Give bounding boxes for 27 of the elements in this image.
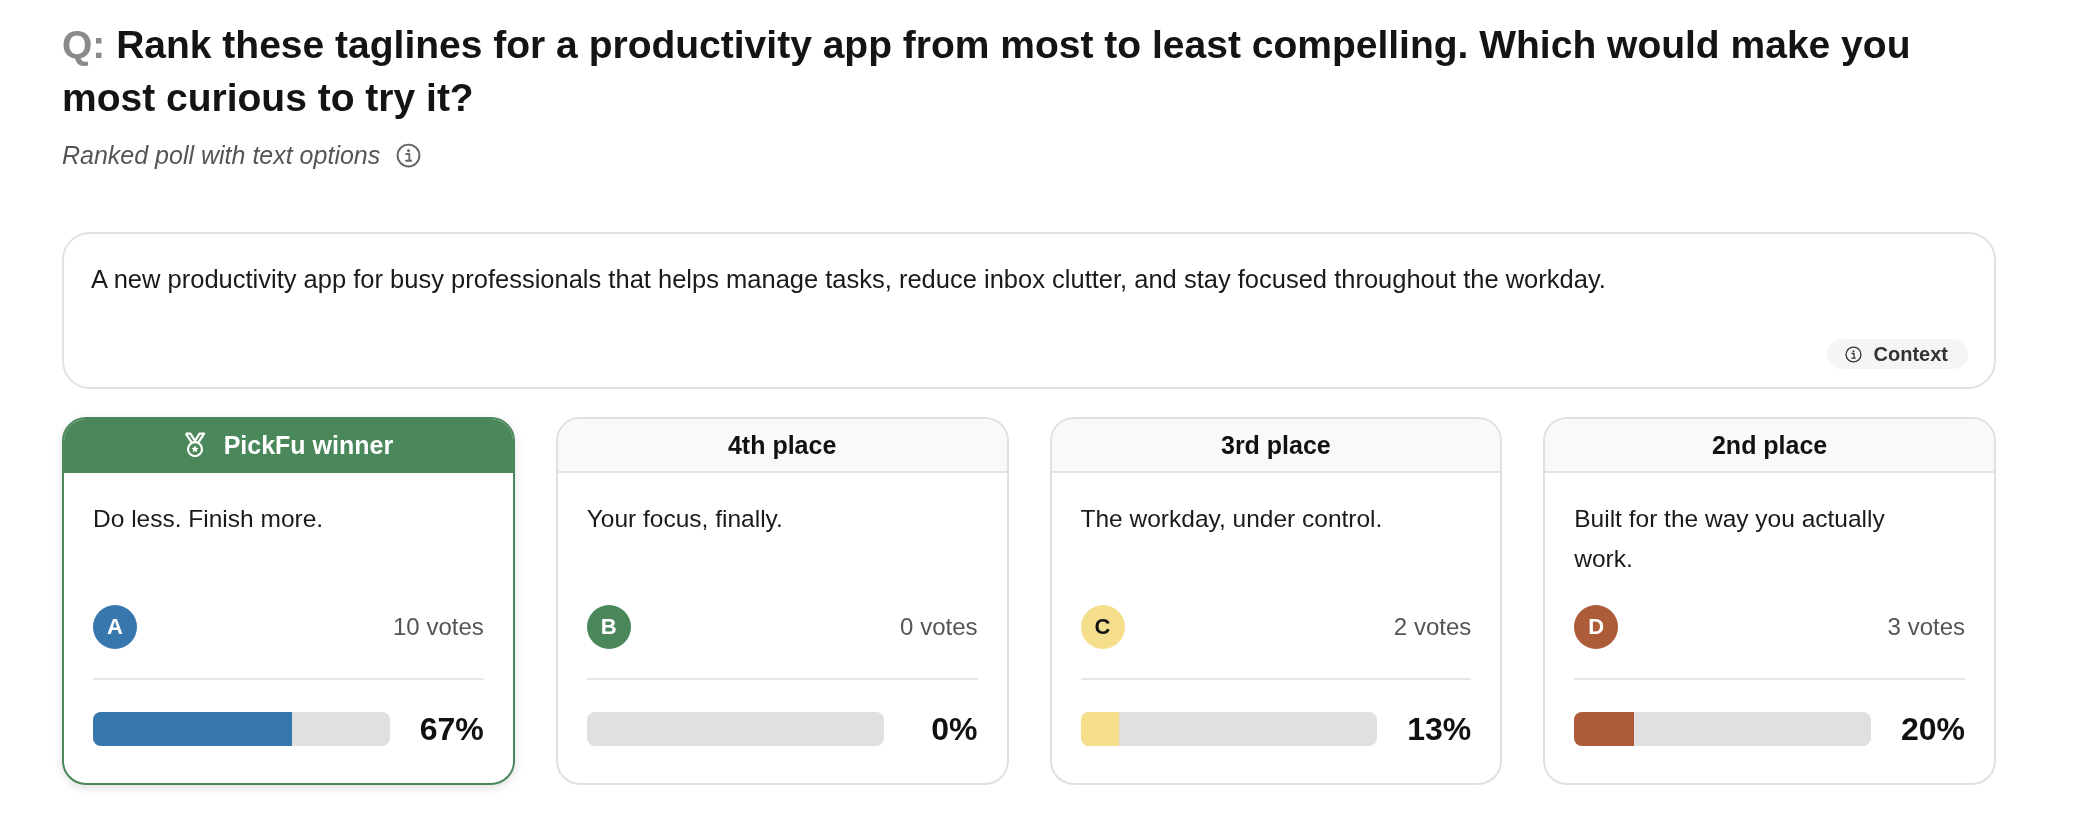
vote-count: 10 votes bbox=[393, 613, 484, 641]
tagline-text: Do less. Finish more. bbox=[93, 504, 325, 534]
vote-count: 0 votes bbox=[900, 613, 978, 641]
percent-label: 13% bbox=[1406, 711, 1472, 747]
option-letter: B bbox=[586, 605, 631, 649]
rank-label: 3rd place bbox=[1221, 430, 1331, 460]
poll-type-label: Ranked poll with text options bbox=[62, 140, 381, 170]
vote-count: 3 votes bbox=[1887, 613, 1965, 641]
rank-label: 4th place bbox=[727, 430, 837, 460]
info-icon bbox=[1844, 345, 1862, 363]
rank-label: PickFu winner bbox=[223, 430, 394, 460]
tagline-text: Built for the way you actually work. bbox=[1574, 504, 1886, 574]
option-letter: D bbox=[1574, 605, 1619, 649]
percent-label: 0% bbox=[930, 711, 978, 747]
context-text: A new productivity app for busy professionals that helps manage tasks, reduce inbox clutter, and stay focused throughout the workday. bbox=[91, 264, 1607, 295]
option-letter: A bbox=[93, 605, 137, 649]
vote-count: 2 votes bbox=[1393, 613, 1472, 641]
medal-icon bbox=[183, 432, 206, 458]
question-title: Q: Rank these taglines for a productivity app from most to least compelling. Which would make you most curious to try it? bbox=[62, 22, 1912, 121]
percent-label: 67% bbox=[418, 711, 484, 747]
option-letter: C bbox=[1080, 605, 1125, 649]
info-icon bbox=[396, 142, 422, 168]
percent-label: 20% bbox=[1899, 711, 1965, 747]
tagline-text: Your focus, finally. bbox=[586, 504, 784, 534]
rank-label: 2nd place bbox=[1711, 430, 1828, 460]
tagline-text: The workday, under control. bbox=[1080, 504, 1384, 534]
context-button[interactable]: Context bbox=[1826, 339, 1968, 369]
